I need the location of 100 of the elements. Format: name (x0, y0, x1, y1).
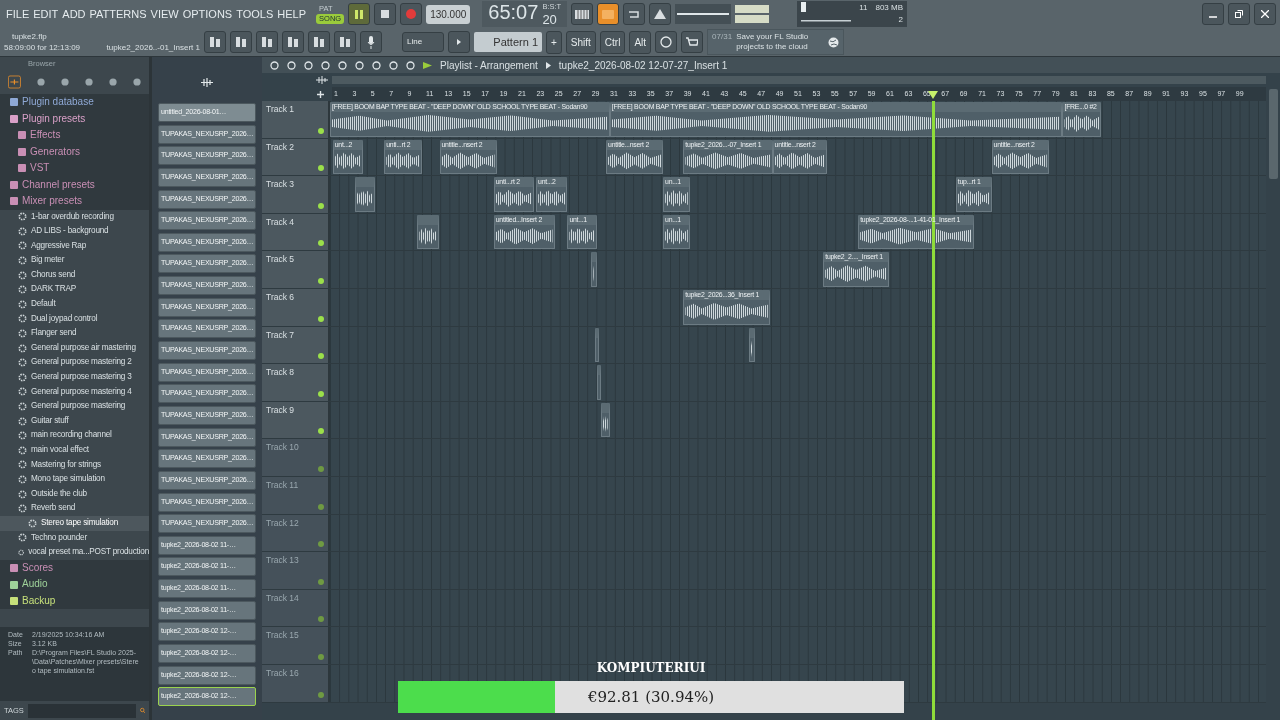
track-name[interactable]: Track 4 (266, 216, 295, 227)
mute-led[interactable] (318, 202, 324, 209)
preset-item[interactable]: Mono tape simulation (31, 472, 105, 487)
menu-item[interactable]: HELP (275, 5, 309, 23)
preset-item[interactable]: Big meter (31, 253, 65, 268)
restore-button[interactable] (1228, 3, 1250, 25)
preset-item[interactable]: Flanger send (31, 326, 77, 341)
menu-item[interactable]: FILE (4, 5, 32, 23)
channel-rack-button[interactable] (230, 31, 252, 53)
mute-led[interactable] (318, 541, 324, 548)
track-name[interactable]: Track 15 (266, 630, 299, 641)
track-name[interactable]: Track 13 (266, 555, 299, 566)
snap-dropdown[interactable]: Line (402, 32, 444, 52)
track-name[interactable]: Track 11 (266, 479, 299, 490)
preset-item[interactable]: vocal preset ma...POST production (28, 545, 149, 560)
menu-item[interactable]: ADD (60, 5, 88, 23)
browser-folder[interactable]: Audio (22, 576, 48, 593)
counter-button[interactable] (597, 3, 620, 25)
microphone-button[interactable] (360, 31, 382, 53)
menu-item[interactable]: EDIT (31, 5, 61, 23)
audio-clip[interactable] (595, 327, 599, 363)
mute-led[interactable] (318, 165, 324, 172)
preset-item[interactable]: Aggressive Rap (31, 238, 86, 254)
news-text[interactable]: Save your FL Studio projects to the cloud (736, 32, 825, 52)
help-button[interactable] (655, 31, 678, 53)
preset-item[interactable]: Reverb send (31, 501, 76, 516)
modifier-key[interactable]: Alt (629, 30, 652, 54)
track-name[interactable]: Track 8 (266, 367, 295, 378)
preset-item[interactable]: Outside the club (31, 486, 87, 502)
menu-item[interactable]: PATTERNS (87, 5, 149, 23)
mute-led[interactable] (318, 127, 324, 134)
preset-item[interactable]: main vocal effect (31, 443, 89, 458)
track-name[interactable]: Track 6 (266, 291, 295, 302)
pattern-selector[interactable]: Pattern 1 (474, 31, 542, 53)
browser-button[interactable] (282, 31, 304, 53)
preset-item[interactable]: main recording channel (31, 428, 112, 443)
minimize-button[interactable] (1202, 3, 1224, 25)
track-name[interactable]: Track 16 (266, 667, 299, 678)
mute-led[interactable] (318, 240, 324, 247)
add-pattern-button[interactable]: + (546, 30, 562, 54)
mute-led[interactable] (318, 578, 324, 585)
menu-item[interactable]: VIEW (148, 5, 181, 23)
preset-item[interactable]: Techno pounder (31, 530, 87, 546)
preset-item[interactable]: General purpose mastering 3 (31, 370, 132, 385)
keyboard-button[interactable] (571, 3, 594, 25)
modifier-key[interactable]: Shift (565, 30, 596, 54)
preset-item[interactable]: General purpose mastering 2 (31, 355, 132, 371)
plugin-tab-icon[interactable] (8, 74, 21, 90)
track-name[interactable]: Track 5 (266, 254, 295, 265)
preset-item[interactable]: General purpose air mastering (31, 340, 136, 356)
waveform-icon[interactable] (200, 77, 214, 87)
waveform-icon[interactable] (316, 76, 328, 84)
preset-item[interactable]: Dual joypad control (31, 311, 98, 327)
track-name[interactable]: Track 3 (266, 179, 295, 190)
audio-clip[interactable] (417, 214, 440, 250)
preset-item[interactable]: Mastering for strings (31, 457, 101, 473)
modifier-key[interactable]: Ctrl (599, 30, 626, 54)
preset-item[interactable]: Default (31, 297, 56, 312)
preset-item[interactable]: 1-bar overdub recording (31, 209, 114, 225)
preset-item[interactable]: Guitar stuff (31, 413, 69, 429)
mute-led[interactable] (318, 616, 324, 623)
audio-clip[interactable] (354, 177, 376, 212)
mute-led[interactable] (318, 503, 324, 510)
loop-button[interactable] (623, 3, 646, 25)
mute-led[interactable] (318, 353, 324, 360)
scrollbar[interactable] (1269, 89, 1278, 179)
mute-led[interactable] (318, 465, 324, 472)
arrow-right-button[interactable] (448, 31, 470, 53)
track-name[interactable]: Track 1 (266, 104, 295, 114)
preset-item[interactable]: Chorus send (31, 267, 76, 283)
track-name[interactable]: Track 12 (266, 517, 299, 528)
search-icon[interactable] (139, 705, 145, 716)
mute-led[interactable] (318, 691, 324, 698)
metronome-button[interactable] (649, 3, 672, 25)
menu-item[interactable]: TOOLS (234, 5, 276, 23)
browser-folder[interactable]: VST (30, 160, 50, 177)
track-name[interactable]: Track 14 (266, 592, 299, 603)
close-button[interactable] (1254, 3, 1276, 25)
audio-clip[interactable] (596, 365, 601, 400)
mute-led[interactable] (318, 653, 324, 660)
mute-led[interactable] (318, 428, 324, 435)
cart-button[interactable] (681, 31, 704, 53)
track-name[interactable]: Track 7 (266, 329, 295, 340)
preset-item[interactable]: AD LIBS - background (31, 224, 109, 239)
preset-item[interactable]: DARK TRAP (31, 282, 76, 298)
track-name[interactable]: Track 2 (266, 141, 295, 152)
track-name[interactable]: Track 9 (266, 404, 295, 415)
tempo-field[interactable]: 130.000 (426, 4, 471, 24)
mute-led[interactable] (318, 390, 324, 397)
mute-led[interactable] (318, 315, 324, 322)
stop-button[interactable] (374, 3, 397, 25)
mixer-button[interactable] (308, 31, 330, 53)
mute-led[interactable] (318, 277, 324, 284)
piano-roll-button[interactable] (256, 31, 278, 53)
plugin-picker-button[interactable] (334, 31, 356, 53)
preset-item[interactable]: General purpose mastering 4 (31, 384, 132, 400)
preset-item[interactable]: General purpose mastering (31, 399, 126, 414)
audio-clip[interactable] (591, 252, 597, 287)
plus-icon[interactable] (317, 90, 324, 98)
pause-button[interactable] (348, 3, 371, 25)
